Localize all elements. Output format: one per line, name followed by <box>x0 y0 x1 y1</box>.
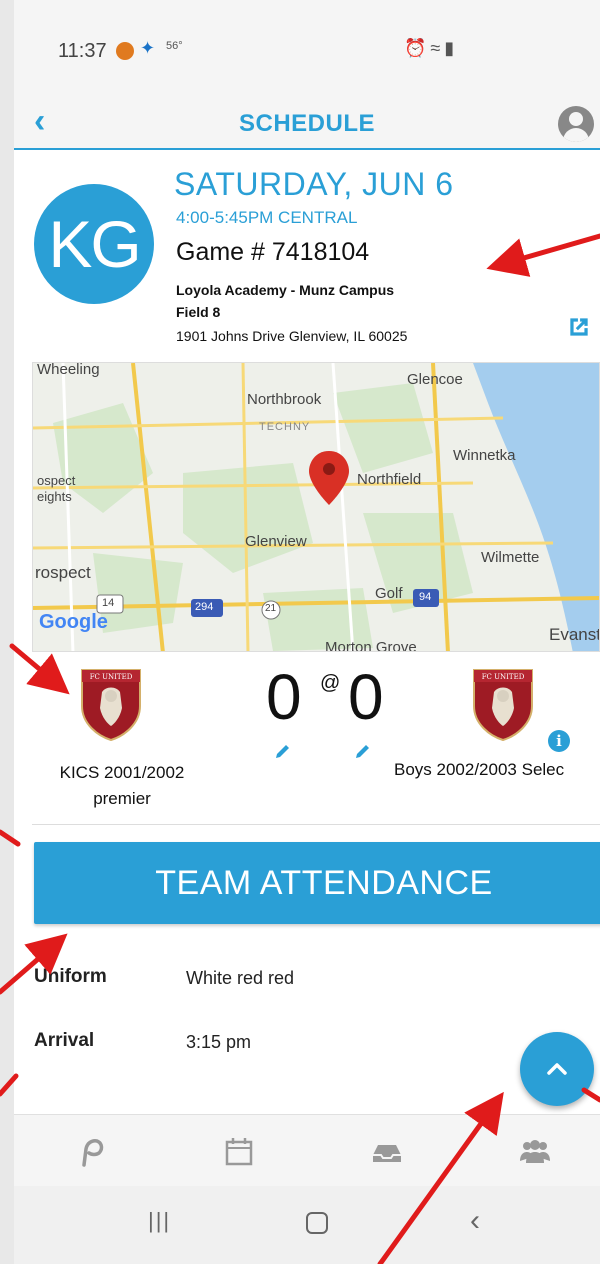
location-map[interactable]: Wheeling Glencoe Northbrook TECHNY Winne… <box>32 362 600 652</box>
away-score: 0 <box>348 661 384 733</box>
game-time: 4:00-5:45PM CENTRAL <box>176 208 358 227</box>
section-divider <box>32 824 600 825</box>
map-route-21: 21 <box>265 603 277 614</box>
map-label-evanston: Evanst <box>549 625 600 644</box>
svg-text:FC UNITED: FC UNITED <box>482 673 525 681</box>
profile-body <box>563 128 589 142</box>
map-label-prospect: rospect <box>35 563 91 582</box>
map-label-golf: Golf <box>375 585 403 602</box>
info-icon[interactable]: i <box>548 730 570 752</box>
arrival-label: Arrival <box>34 1030 95 1051</box>
venue-name: Loyola Academy - Munz Campus <box>176 282 395 298</box>
profile-head <box>569 112 583 126</box>
home-team-name[interactable]: KICS 2001/2002 premier <box>34 760 210 812</box>
team-attendance-button[interactable]: TEAM ATTENDANCE <box>34 842 600 924</box>
map-route-94: 94 <box>419 591 432 603</box>
svg-text:FC UNITED: FC UNITED <box>90 673 133 681</box>
screenshot-frame: 11:37 ✦ 56° ⏰≈▮ ‹ SCHEDULE KG SATURDAY, … <box>0 0 600 1264</box>
map-label-northfield: Northfield <box>357 471 422 488</box>
map-route-294: 294 <box>195 601 214 613</box>
status-temperature: 56° <box>166 40 183 52</box>
map-label-glencoe: Glencoe <box>407 371 463 388</box>
phone-screen: 11:37 ✦ 56° ⏰≈▮ ‹ SCHEDULE KG SATURDAY, … <box>14 0 600 1264</box>
app-header: ‹ SCHEDULE <box>14 100 600 150</box>
team-avatar: KG <box>34 184 154 304</box>
uniform-value: White red red <box>186 968 295 988</box>
home-button-icon[interactable] <box>306 1212 328 1234</box>
photo-border <box>0 0 14 1264</box>
twitter-notification-icon: ✦ <box>140 38 156 58</box>
google-logo: Google <box>39 611 108 633</box>
map-label-morton-grove: Morton Grove <box>325 639 417 652</box>
map-label-prospect-heights-2: eights <box>37 489 72 504</box>
bottom-navigation <box>14 1114 600 1186</box>
page-title: SCHEDULE <box>238 110 375 137</box>
game-number: Game # 7418104 <box>176 238 370 266</box>
game-date: SATURDAY, JUN 6 <box>174 166 454 202</box>
edit-away-score-pencil-icon[interactable] <box>354 742 372 760</box>
map-label-winnetka: Winnetka <box>453 447 516 464</box>
map-label-techny: TECHNY <box>259 421 311 433</box>
away-team-crest-icon: FC UNITED <box>473 669 533 742</box>
map-label-wilmette: Wilmette <box>481 549 540 566</box>
home-icon[interactable] <box>74 1135 108 1169</box>
away-team-name[interactable]: Boys 2002/2003 Selec <box>394 760 600 780</box>
arrival-value: 3:15 pm <box>186 1032 252 1052</box>
score-separator: @ <box>320 672 341 694</box>
notification-app-icon <box>116 42 134 60</box>
edit-home-score-pencil-icon[interactable] <box>274 742 292 760</box>
system-back-icon[interactable]: ‹ <box>470 1204 480 1238</box>
calendar-icon[interactable] <box>222 1135 256 1169</box>
home-score: 0 <box>266 661 302 733</box>
home-team-crest-icon: FC UNITED <box>81 669 141 742</box>
status-bar: 11:37 ✦ 56° ⏰≈▮ <box>14 0 600 100</box>
map-label-wheeling: Wheeling <box>37 362 100 378</box>
map-route-14: 14 <box>102 597 115 609</box>
field-name: Field 8 <box>176 304 221 320</box>
system-navigation-bar: ||| ‹ <box>14 1186 600 1264</box>
account-circle-icon[interactable] <box>558 106 594 142</box>
uniform-label: Uniform <box>34 966 107 987</box>
recent-apps-icon[interactable]: ||| <box>148 1208 171 1234</box>
map-label-northbrook: Northbrook <box>247 391 322 408</box>
scroll-up-fab[interactable] <box>520 1032 594 1106</box>
chevron-up-icon <box>547 1063 567 1075</box>
status-system-icons: ⏰≈▮ <box>404 38 459 58</box>
status-time: 11:37 <box>58 40 107 62</box>
map-label-glenview: Glenview <box>245 533 307 550</box>
venue-address: 1901 Johns Drive Glenview, IL 60025 <box>176 328 408 344</box>
open-in-new-icon[interactable] <box>566 314 592 340</box>
map-label-prospect-heights-1: ospect <box>37 473 76 488</box>
inbox-icon[interactable] <box>370 1135 404 1169</box>
team-icon[interactable] <box>518 1135 552 1169</box>
